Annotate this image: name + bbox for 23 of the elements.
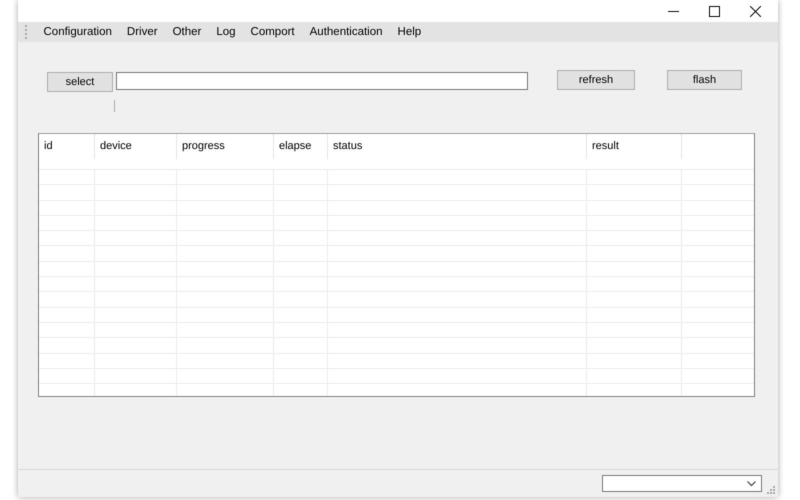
column-header[interactable]: id [39,134,95,159]
menu-item[interactable]: Authentication [302,26,390,38]
grip-icon [25,25,28,39]
column-header[interactable]: elapse [274,134,328,159]
column-header[interactable]: progress [177,134,274,159]
menu-item[interactable]: Other [165,26,209,38]
dropdown[interactable] [602,475,762,492]
chevron-icon [747,480,756,486]
refresh-button[interactable]: refresh [557,70,635,90]
menu-item[interactable]: Log [208,26,244,38]
menu-item[interactable]: Driver [119,26,166,38]
resize-grip-icon [767,486,775,494]
close-icon [750,6,761,16]
select-button[interactable]: select [47,72,113,92]
menu-item[interactable]: Help [390,26,429,38]
column-header[interactable]: result [587,134,682,159]
path-field[interactable] [116,72,528,90]
menu-item[interactable]: Comport [243,26,302,38]
column-header[interactable]: device [95,134,177,159]
maximize-icon [709,6,720,16]
flash-button[interactable]: flash [667,70,742,90]
column-header[interactable]: status [328,134,587,159]
menu-item[interactable]: Configuration [36,26,120,38]
